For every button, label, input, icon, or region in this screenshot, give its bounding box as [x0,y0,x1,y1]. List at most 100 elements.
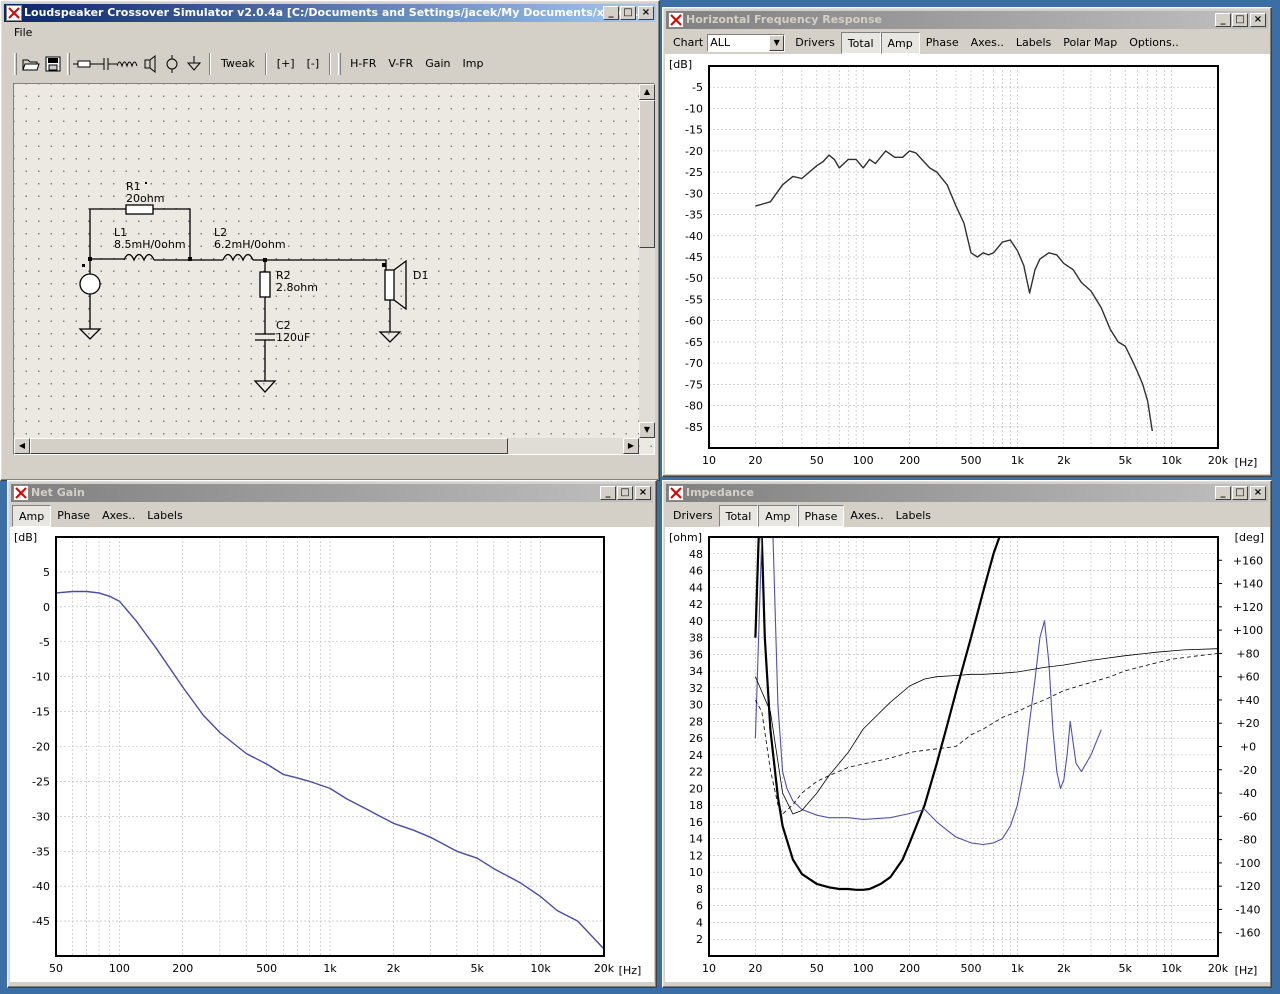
menu-file[interactable]: File [14,26,32,39]
minimize-button[interactable]: _ [600,486,616,500]
minimize-button[interactable]: _ [1215,13,1231,27]
x-tick-label: 20k [594,962,615,975]
save-icon[interactable] [42,53,64,75]
axes-button[interactable]: Axes.. [965,32,1010,54]
hfr-title-bar[interactable]: Horizontal Frequency Response _ □ × [666,11,1268,29]
y-tick-label: 18 [689,799,703,812]
maximize-button[interactable]: □ [1232,13,1248,27]
maximize-button[interactable]: □ [620,6,636,20]
scroll-up-icon[interactable]: ▲ [639,84,655,100]
r1-value: 20ohm [126,192,165,205]
labels-button[interactable]: Labels [890,505,937,527]
source-symbol [79,273,101,295]
y-tick-label: 46 [689,565,703,578]
x-tick-label: 200 [899,454,920,467]
y-tick-label: -40 [32,880,50,893]
axes-button[interactable]: Axes.. [96,505,141,527]
y-tick-label: 10 [689,866,703,879]
total-button[interactable]: Total [718,505,759,527]
vscroll-thumb[interactable] [639,100,655,248]
x-tick-label: 20k [1208,962,1229,975]
chart-select[interactable]: ALL ▼ [707,34,786,52]
y-tick-label: -65 [685,336,703,349]
resistor-icon[interactable] [73,53,95,75]
amp-button[interactable]: Amp [758,505,798,527]
x-tick-label: 500 [256,962,277,975]
scroll-left-icon[interactable]: ◀ [14,438,30,454]
open-icon[interactable] [20,53,42,75]
hscroll-thumb[interactable] [30,438,508,454]
maximize-button[interactable]: □ [1232,486,1248,500]
y-tick-label: 22 [689,766,703,779]
schematic-vscroll[interactable]: ▲ ▼ [639,84,655,438]
zoom-in-button[interactable]: [+] [271,53,301,75]
y-tick-label: 4 [696,916,703,929]
vfr-button[interactable]: V-FR [382,53,419,75]
amp-button[interactable]: Amp [880,32,920,54]
y2-tick-label: +100 [1233,624,1263,637]
close-button[interactable]: × [1250,13,1266,27]
imp-button[interactable]: Imp [457,53,490,75]
scroll-down-icon[interactable]: ▼ [639,422,655,438]
y-tick-label: 0 [43,601,50,614]
minimize-button[interactable]: _ [1215,486,1231,500]
maximize-button[interactable]: □ [617,486,633,500]
close-button[interactable]: × [1250,486,1266,500]
x-tick-label: 1k [1011,454,1025,467]
phase-button[interactable]: Phase [797,505,845,527]
gain-toolbar: Amp Phase Axes.. Labels [12,504,189,528]
minimize-button[interactable]: _ [603,6,619,20]
amp-button[interactable]: Amp [12,505,52,527]
y-tick-label: 38 [689,632,703,645]
gain-button[interactable]: Gain [419,53,456,75]
x-tick-label: 10k [1161,454,1182,467]
schematic-drawing [78,182,407,393]
hfr-chart[interactable]: -5 -10 -15 -20 -25 -30 -35 -40 -45 -50 -55 -60 -65 -7… [665,54,1270,474]
x-tick-label: 50 [810,454,824,467]
x-tick-label: 2k [1057,454,1071,467]
inductor-icon[interactable] [117,53,139,75]
y-tick-label: -75 [685,378,703,391]
y2-tick-label: -120 [1236,880,1261,893]
main-title-bar[interactable]: Loudspeaker Crossover Simulator v2.0.4a … [4,4,656,22]
y-tick-label: -20 [32,741,50,754]
y-tick-label: 12 [689,849,703,862]
capacitor-icon[interactable] [95,53,117,75]
phase-button[interactable]: Phase [51,505,96,527]
imp-title-bar[interactable]: Impedance _ □ × [666,484,1268,502]
x-tick-label: 1k [1011,962,1025,975]
gain-chart[interactable]: 50-5-10-15-20-25-30-35-40-4550 100 200 500 1… [10,527,654,982]
y-tick-label: 20 [689,782,703,795]
impedance-chart[interactable]: 2468101214161820222426283032343638404244… [665,527,1270,982]
scroll-right-icon[interactable]: ▶ [623,438,639,454]
close-button[interactable]: × [635,486,651,500]
y-tick-label: -10 [32,671,50,684]
total-button[interactable]: Total [840,32,881,54]
gain-title-bar[interactable]: Net Gain _ □ × [11,484,653,502]
drivers-button[interactable]: Drivers [667,505,719,527]
options-button[interactable]: Options.. [1123,32,1184,54]
labels-button[interactable]: Labels [1010,32,1057,54]
ground-icon[interactable] [183,53,205,75]
labels-button[interactable]: Labels [141,505,188,527]
schematic-canvas[interactable]: R1 20ohm L1 8.5mH/0ohm L2 6.2mH/0ohm R2 … [13,83,655,455]
y-tick-label: -25 [32,775,50,788]
phase-button[interactable]: Phase [920,32,965,54]
hfr-button[interactable]: H-FR [344,53,382,75]
y2-tick-label: +160 [1233,554,1263,567]
driver-icon[interactable] [139,53,161,75]
y2-tick-label: -20 [1239,764,1257,777]
y-tick-label: -35 [32,845,50,858]
polar-map-button[interactable]: Polar Map [1057,32,1123,54]
close-button[interactable]: × [638,6,654,20]
source-icon[interactable] [161,53,183,75]
schematic-hscroll[interactable]: ◀ ▶ [14,438,639,454]
zoom-out-button[interactable]: [-] [301,53,326,75]
tweak-button[interactable]: Tweak [215,53,261,75]
y2-tick-label: +0 [1240,741,1256,754]
chevron-down-icon[interactable]: ▼ [769,35,785,51]
drivers-button[interactable]: Drivers [789,32,841,54]
axes-button[interactable]: Axes.. [844,505,889,527]
driver-d1 [384,269,395,301]
y2-tick-label: +60 [1236,671,1259,684]
